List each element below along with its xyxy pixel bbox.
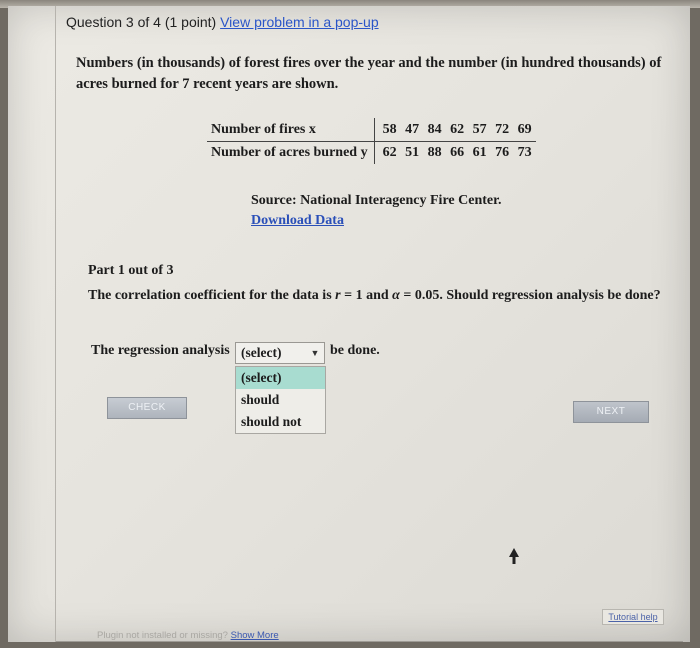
- dropdown-option-should-not[interactable]: should not: [236, 411, 325, 433]
- row-label-fires: Number of fires x: [207, 118, 375, 142]
- row-values-fires: 58 47 84 62 57 72 69: [374, 118, 536, 142]
- row-label-acres: Number of acres burned y: [207, 141, 375, 164]
- select-value: (select): [241, 345, 282, 360]
- part-question: The correlation coefficient for the data…: [88, 285, 668, 306]
- table-row: Number of acres burned y 62 51 88 66 61 …: [207, 141, 536, 164]
- row-values-acres: 62 51 88 66 61 76 73: [382, 145, 532, 160]
- problem-prompt: Numbers (in thousands) of forest fires o…: [76, 55, 662, 92]
- bottom-divider: [56, 641, 683, 642]
- mouse-cursor-icon: [509, 548, 519, 564]
- question-text-b: = 1 and: [340, 288, 393, 303]
- next-button[interactable]: NEXT: [573, 401, 649, 423]
- question-header: Question 3 of 4 (1 point) View problem i…: [66, 14, 379, 30]
- data-table: Number of fires x 58 47 84 62 57 72 69 N…: [207, 118, 536, 164]
- part-label: Part 1 out of 3: [88, 263, 174, 278]
- dropdown-option-select[interactable]: (select): [236, 367, 325, 389]
- table-row: Number of fires x 58 47 84 62 57 72 69: [207, 118, 536, 142]
- show-more-link[interactable]: Show More: [231, 630, 279, 641]
- regression-select[interactable]: (select) ▼: [235, 342, 325, 364]
- question-number: Question 3 of 4 (1 point): [66, 14, 217, 30]
- tutorial-help-button[interactable]: Tutorial help: [602, 609, 664, 625]
- footer: Plugin not installed or missing? Show Mo…: [97, 630, 279, 641]
- plugin-text: Plugin not installed or missing?: [97, 630, 228, 641]
- answer-prefix: The regression analysis: [91, 343, 230, 358]
- dropdown-option-should[interactable]: should: [236, 389, 325, 411]
- symbol-alpha: α: [392, 288, 400, 303]
- source-text: Source: National Interagency Fire Center…: [251, 193, 502, 208]
- popup-link[interactable]: View problem in a pop-up: [220, 14, 379, 30]
- check-button[interactable]: CHECK: [107, 397, 187, 419]
- question-frame: [55, 6, 683, 642]
- question-text-a: The correlation coefficient for the data…: [88, 288, 336, 303]
- question-text-c: = 0.05. Should regression analysis be do…: [399, 288, 661, 303]
- download-data-link[interactable]: Download Data: [251, 213, 344, 229]
- dropdown-arrow-icon[interactable]: ▼: [308, 343, 322, 363]
- answer-suffix: be done.: [330, 343, 380, 358]
- dropdown-menu: (select) should should not: [235, 366, 326, 434]
